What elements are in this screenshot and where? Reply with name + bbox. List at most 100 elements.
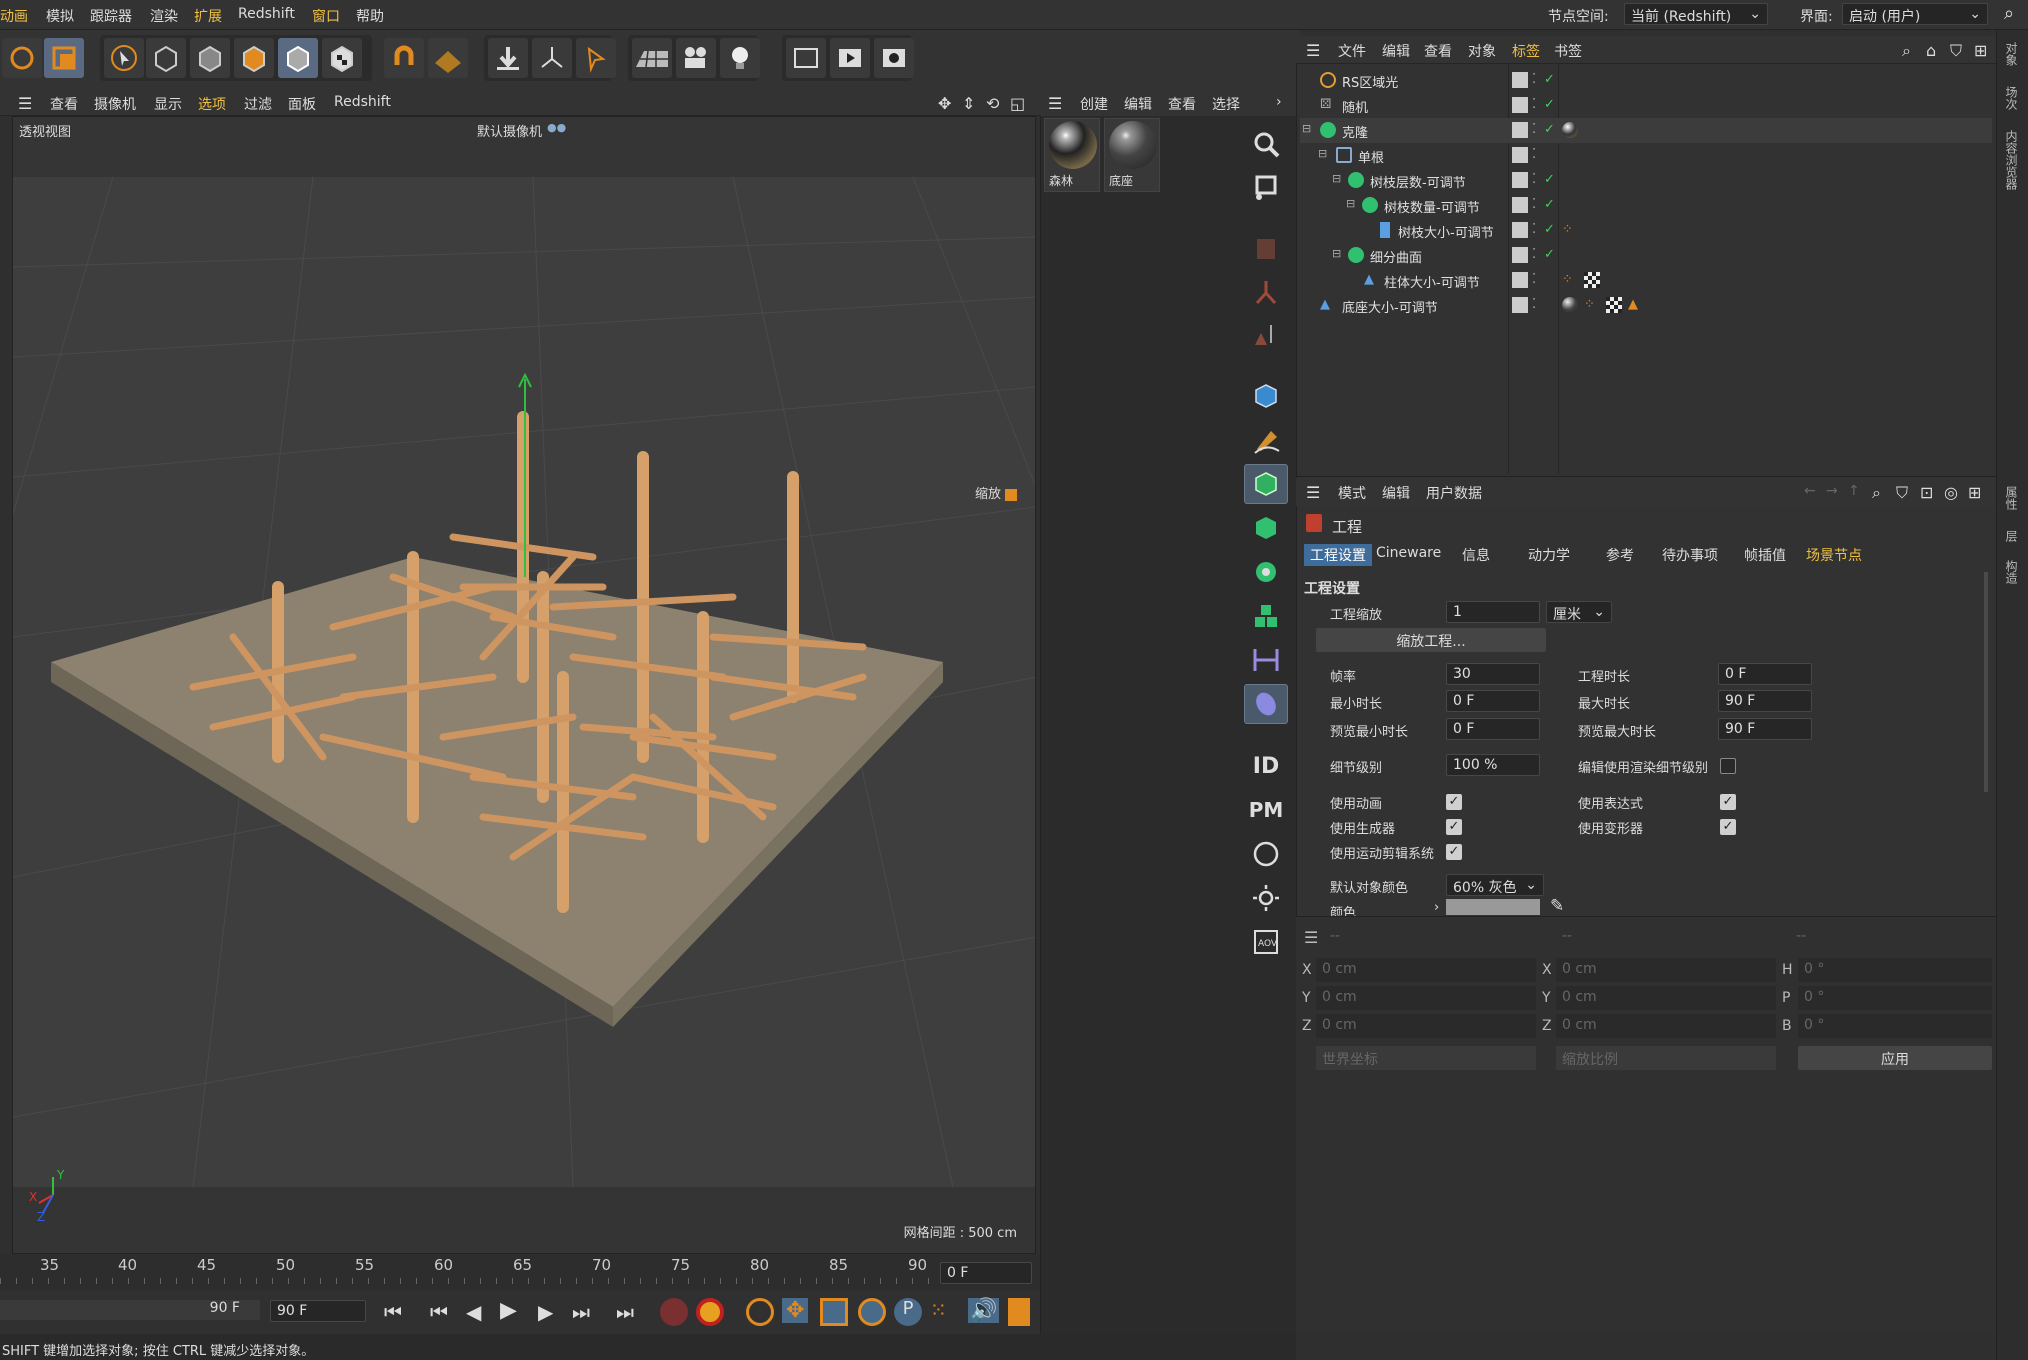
- scale-project-button[interactable]: 缩放工程...: [1316, 628, 1546, 652]
- zoom-search-icon[interactable]: [1244, 124, 1288, 164]
- search-icon[interactable]: ⌕: [2004, 3, 2014, 24]
- use-deformers-checkbox[interactable]: ✓: [1720, 819, 1736, 835]
- tab-construction[interactable]: 构造: [2003, 560, 2020, 584]
- joint-icon[interactable]: [1244, 272, 1288, 312]
- edit-icon[interactable]: [1512, 297, 1528, 313]
- dolly-view-icon[interactable]: ⇕: [962, 94, 975, 113]
- magnet-icon[interactable]: [384, 38, 424, 78]
- tab-interpolation[interactable]: 帧插值: [1738, 544, 1792, 566]
- id-tag-icon[interactable]: ID: [1244, 746, 1288, 786]
- back-arrow-icon[interactable]: ←: [1804, 483, 1816, 499]
- uvw-tag-icon[interactable]: [1584, 272, 1600, 288]
- extrude-icon[interactable]: [1244, 508, 1288, 548]
- menu-animation[interactable]: 动画: [0, 6, 28, 26]
- check-icon[interactable]: ✓: [1544, 222, 1560, 238]
- points-mode-icon[interactable]: [146, 38, 186, 78]
- size-z-field[interactable]: 0 cm: [1556, 1014, 1776, 1038]
- world-coords-dropdown[interactable]: 世界坐标: [1316, 1046, 1536, 1070]
- rot-b-field[interactable]: 0 °: [1798, 1014, 1992, 1038]
- attr-menu-userdata[interactable]: 用户数据: [1426, 483, 1482, 503]
- phong-tag-icon[interactable]: ⁘: [1584, 297, 1600, 313]
- polygons-mode-icon[interactable]: [234, 38, 274, 78]
- key-position-icon[interactable]: ✥: [782, 1298, 809, 1323]
- pos-y-field[interactable]: 0 cm: [1316, 986, 1536, 1010]
- render-view-icon[interactable]: [830, 38, 870, 78]
- undo-icon[interactable]: [2, 38, 42, 78]
- chevron-right-icon[interactable]: ›: [1276, 94, 1282, 110]
- visibility-dots-icon[interactable]: ⁚: [1532, 272, 1548, 288]
- go-end-icon[interactable]: ⏭: [616, 1300, 634, 1324]
- mat-menu-create[interactable]: 创建: [1080, 94, 1108, 114]
- vp-menu-redshift[interactable]: Redshift: [334, 94, 391, 110]
- camera-name[interactable]: 默认摄像机: [477, 121, 542, 140]
- object-row[interactable]: 树枝大小-可调节 ⁚ ✓ ⁘: [1300, 218, 1992, 243]
- sun-light-icon[interactable]: [1244, 878, 1288, 918]
- material-tag-icon[interactable]: [1562, 297, 1578, 313]
- vp-menu-display[interactable]: 显示: [154, 94, 182, 114]
- material-swatch[interactable]: 底座: [1104, 118, 1160, 192]
- render-region-icon[interactable]: [786, 38, 826, 78]
- key-parameter-icon[interactable]: P: [894, 1298, 922, 1326]
- target-icon[interactable]: ◎: [1944, 483, 1958, 502]
- nodespace-dropdown[interactable]: 当前 (Redshift) ⌄: [1624, 3, 1768, 25]
- rotate-view-icon[interactable]: ⟲: [986, 94, 999, 113]
- mat-menu-view[interactable]: 查看: [1168, 94, 1196, 114]
- edit-icon[interactable]: [1512, 122, 1528, 138]
- object-row[interactable]: ⊟ 树枝层数-可调节 ⁚ ✓: [1300, 168, 1992, 193]
- new-window-icon[interactable]: ⊞: [1974, 41, 1987, 60]
- max-time-field[interactable]: 90 F: [1718, 690, 1812, 712]
- tab-attributes[interactable]: 属性: [2003, 486, 2020, 510]
- select-tool-icon[interactable]: [104, 38, 144, 78]
- pm-tag-icon[interactable]: PM: [1244, 790, 1288, 830]
- aov-icon[interactable]: AOV: [1244, 922, 1288, 962]
- edit-icon[interactable]: [1512, 97, 1528, 113]
- uvw-tag-icon[interactable]: [1606, 297, 1622, 313]
- check-icon[interactable]: ✓: [1544, 197, 1560, 213]
- color-swatch[interactable]: [1446, 899, 1540, 915]
- warning-tag-icon[interactable]: ▲: [1628, 297, 1644, 313]
- obj-menu-edit[interactable]: 编辑: [1382, 41, 1410, 61]
- attr-menu-edit[interactable]: 编辑: [1382, 483, 1410, 503]
- edit-icon[interactable]: [1512, 197, 1528, 213]
- keyframe-selection-icon[interactable]: [746, 1298, 774, 1326]
- apply-button[interactable]: 应用: [1798, 1046, 1992, 1070]
- new-window-icon[interactable]: ⊞: [1968, 483, 1981, 502]
- obj-menu-bookmarks[interactable]: 书签: [1554, 41, 1582, 61]
- menu-tracker[interactable]: 跟踪器: [90, 6, 132, 26]
- uv-mode-icon[interactable]: [322, 38, 362, 78]
- tab-project-settings[interactable]: 工程设置: [1304, 544, 1372, 566]
- scale-mode-dropdown[interactable]: 缩放比例: [1556, 1046, 1776, 1070]
- collapse-icon[interactable]: ⊟: [1332, 172, 1348, 188]
- timeline-ruler[interactable]: 35 40 45 50 55 60 65 70 75 80 85 90 0 F: [0, 1254, 1040, 1290]
- hamburger-icon[interactable]: ☰: [1048, 94, 1062, 113]
- frame-range-slider[interactable]: 90 F: [0, 1300, 260, 1320]
- visibility-dots-icon[interactable]: ⁚: [1532, 147, 1548, 163]
- rot-h-field[interactable]: 0 °: [1798, 958, 1992, 982]
- obj-menu-object[interactable]: 对象: [1468, 41, 1496, 61]
- material-swatch[interactable]: 森林: [1044, 118, 1100, 192]
- rot-p-field[interactable]: 0 °: [1798, 986, 1992, 1010]
- phong-tag-icon[interactable]: ⁘: [1562, 222, 1578, 238]
- hamburger-icon[interactable]: ☰: [1306, 41, 1320, 60]
- light-bulb-icon[interactable]: [720, 38, 760, 78]
- duration-field[interactable]: 0 F: [1718, 663, 1812, 685]
- project-scale-field[interactable]: 1: [1446, 601, 1540, 623]
- edit-icon[interactable]: [1512, 247, 1528, 263]
- maximize-view-icon[interactable]: ◱: [1010, 94, 1025, 113]
- material-ball-icon[interactable]: [1244, 834, 1288, 874]
- vp-menu-view[interactable]: 查看: [50, 94, 78, 114]
- min-time-field[interactable]: 0 F: [1446, 690, 1540, 712]
- axis-icon[interactable]: [532, 38, 572, 78]
- prev-frame-icon[interactable]: ◀: [466, 1300, 481, 1324]
- key-pla-icon[interactable]: ⁙: [930, 1298, 947, 1322]
- interface-dropdown[interactable]: 启动 (用户) ⌄: [1842, 3, 1988, 25]
- pos-z-field[interactable]: 0 cm: [1316, 1014, 1536, 1038]
- pen-icon[interactable]: [1244, 420, 1288, 460]
- move-view-icon[interactable]: ✥: [938, 94, 951, 113]
- hamburger-icon[interactable]: ☰: [1306, 483, 1320, 502]
- phong-tag-icon[interactable]: ⁘: [1562, 272, 1578, 288]
- use-expression-checkbox[interactable]: ✓: [1720, 794, 1736, 810]
- object-row[interactable]: ⊟ 树枝数量-可调节 ⁚ ✓: [1300, 193, 1992, 218]
- play-icon[interactable]: ▶: [500, 1298, 517, 1323]
- tab-objects[interactable]: 对象: [2003, 42, 2020, 66]
